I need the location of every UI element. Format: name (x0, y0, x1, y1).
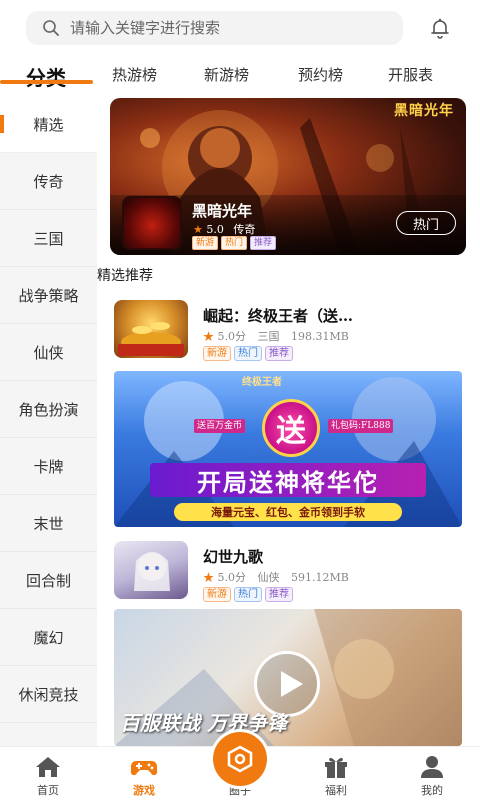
character-portrait-icon (134, 552, 170, 591)
game-size: 198.31MB (291, 330, 349, 343)
sidebar-item-fantasy[interactable]: 魔幻 (0, 609, 97, 666)
sidebar-item-xianxia[interactable]: 仙侠 (0, 324, 97, 381)
promo-right-note: 礼包码:FL888 (328, 419, 394, 433)
game-list-item[interactable]: 幻世九歌 ★ 5.0分 仙侠 591.12MB 新游 热门 推荐 (114, 541, 466, 603)
sidebar-item-apocalypse[interactable]: 末世 (0, 495, 97, 552)
nav-welfare[interactable]: 福利 (288, 747, 384, 800)
sidebar-item-featured[interactable]: 精选 (0, 96, 97, 153)
banner-rating-value: 5.0 (206, 223, 224, 236)
game-size: 591.12MB (291, 571, 349, 584)
promo-banner[interactable]: 终极王者 送百万金币 送 礼包码:FL888 开局送神将华佗 海量元宝、红包、金… (114, 371, 462, 527)
promo-headline: 开局送神将华佗 (150, 463, 426, 497)
tab-new-games[interactable]: 新游榜 (204, 64, 249, 85)
game-category: 仙侠 (257, 571, 280, 584)
home-icon (36, 757, 60, 777)
nav-games[interactable]: 游戏 (96, 747, 192, 800)
tag-hot: 热门 (221, 236, 248, 250)
game-name: 幻世九歌 (203, 548, 264, 566)
banner-art-title: 黑暗光年 (394, 103, 454, 119)
promo-left-note: 送百万金币 (194, 419, 246, 433)
game-meta: ★ 5.0分 三国 198.31MB (203, 328, 349, 344)
nav-me[interactable]: 我的 (384, 747, 480, 800)
game-list-item[interactable]: 崛起：终极王者（送… ★ 5.0分 三国 198.31MB 新游 热门 推荐 (114, 300, 466, 362)
game-category: 三国 (257, 330, 280, 343)
game-tags: 新游 热门 推荐 (203, 587, 293, 602)
star-icon: ★ (203, 571, 214, 584)
tag-hot: 热门 (234, 587, 262, 602)
tag-recommended: 推荐 (265, 346, 293, 361)
tag-recommended: 推荐 (265, 587, 293, 602)
sidebar-item-casual[interactable]: 休闲竞技 (0, 666, 97, 723)
nav-home[interactable]: 首页 (0, 747, 96, 800)
promo-subline: 海量元宝、红包、金币领到手软 (174, 503, 402, 521)
tab-category-label: 分类 (26, 66, 66, 90)
coin-pile-icon (118, 322, 184, 356)
banner-category: 传奇 (233, 223, 256, 236)
tag-new: 新游 (192, 236, 219, 250)
tag-hot: 热门 (234, 346, 262, 361)
promo-badge: 送 (262, 399, 320, 457)
tab-server-schedule[interactable]: 开服表 (388, 64, 433, 85)
banner-game-icon (122, 196, 182, 250)
video-thumbnail[interactable]: 百服联战 万界争锋 (114, 609, 462, 746)
game-meta: ★ 5.0分 仙侠 591.12MB (203, 569, 349, 585)
search-box[interactable] (26, 11, 403, 45)
sidebar-item-strategy[interactable]: 战争策略 (0, 267, 97, 324)
gift-icon (325, 757, 347, 778)
game-rating: 5.0分 (217, 330, 247, 343)
game-icon (114, 300, 188, 358)
tag-new: 新游 (203, 587, 231, 602)
nav-welfare-label: 福利 (325, 784, 347, 797)
active-tab-indicator (0, 80, 93, 84)
featured-banner[interactable]: 黑暗光年 黑暗光年 ★ 5.0 传奇 新游 热门 推荐 热门 (110, 98, 466, 255)
tab-category[interactable]: 分类 (26, 62, 66, 91)
banner-tags: 新游 热门 推荐 (192, 236, 277, 250)
nav-me-label: 我的 (421, 784, 443, 797)
sidebar-item-rpg[interactable]: 角色扮演 (0, 381, 97, 438)
hexagon-icon (227, 745, 253, 773)
game-rating: 5.0分 (217, 571, 247, 584)
sidebar-item-legend[interactable]: 传奇 (0, 153, 97, 210)
star-icon: ★ (203, 330, 214, 343)
tag-new: 新游 (203, 346, 231, 361)
top-tabs: 分类 热游榜 新游榜 预约榜 开服表 (0, 56, 480, 94)
banner-rating: ★ 5.0 传奇 (193, 221, 255, 237)
gamepad-icon (130, 761, 158, 776)
category-sidebar: 精选 传奇 三国 战争策略 仙侠 角色扮演 卡牌 末世 回合制 魔幻 休闲竞技 (0, 96, 97, 746)
section-title: 精选推荐 (97, 268, 153, 284)
promo-header: 终极王者 (242, 377, 282, 388)
main-content: 黑暗光年 黑暗光年 ★ 5.0 传奇 新游 热门 推荐 热门 精选推荐 崛起：终… (97, 96, 480, 746)
hot-button[interactable]: 热门 (396, 211, 456, 235)
game-icon (114, 541, 188, 599)
sidebar-item-three-kingdoms[interactable]: 三国 (0, 210, 97, 267)
sidebar-item-card[interactable]: 卡牌 (0, 438, 97, 495)
banner-game-name: 黑暗光年 (192, 202, 253, 220)
search-input[interactable] (70, 19, 370, 37)
star-icon: ★ (193, 223, 203, 236)
tab-hot-games[interactable]: 热游榜 (112, 64, 157, 85)
sidebar-item-turn-based[interactable]: 回合制 (0, 552, 97, 609)
game-name: 崛起：终极王者（送… (203, 307, 354, 325)
top-bar (0, 0, 480, 56)
user-icon (421, 756, 443, 778)
game-tags: 新游 热门 推荐 (203, 346, 293, 361)
search-icon (43, 20, 59, 36)
tab-reservations[interactable]: 预约榜 (298, 64, 343, 85)
bell-icon[interactable] (428, 16, 452, 40)
nav-home-label: 首页 (37, 784, 59, 797)
nav-games-label: 游戏 (133, 784, 155, 797)
video-caption: 百服联战 万界争锋 (120, 711, 287, 735)
tag-recommended: 推荐 (250, 236, 277, 250)
circle-center-button[interactable] (213, 732, 267, 786)
